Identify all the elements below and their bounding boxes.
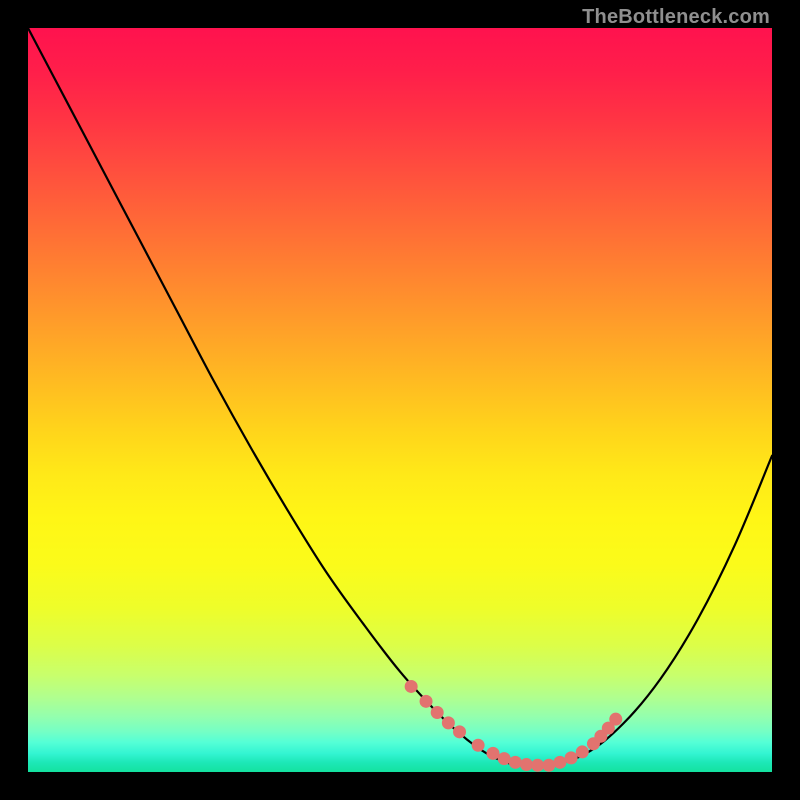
data-dot [442,716,455,729]
data-dots [405,680,623,772]
data-dot [565,751,578,764]
data-dot [431,706,444,719]
data-dot [609,713,622,726]
data-dot [472,739,485,752]
curve-layer [28,28,772,772]
bottleneck-curve [28,28,772,766]
data-dot [520,758,533,771]
data-dot [531,759,544,772]
data-dot [405,680,418,693]
data-dot [487,747,500,760]
data-dot [420,695,433,708]
data-dot [453,725,466,738]
chart-frame: TheBottleneck.com [0,0,800,800]
watermark-text: TheBottleneck.com [582,6,770,29]
plot-area [28,28,772,772]
data-dot [553,756,566,769]
data-dot [509,756,522,769]
data-dot [576,745,589,758]
data-dot [542,759,555,772]
data-dot [498,752,511,765]
